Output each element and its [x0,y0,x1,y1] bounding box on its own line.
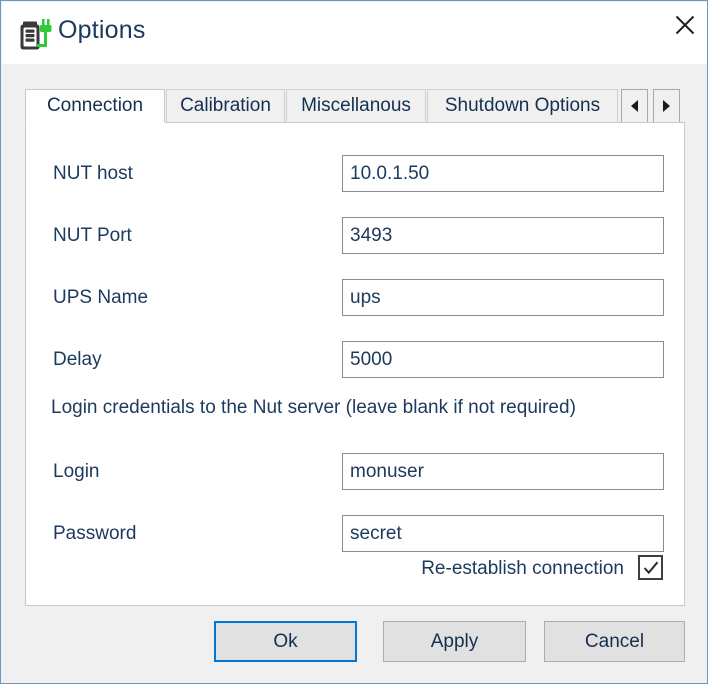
nut-host-input[interactable] [342,155,664,192]
password-label: Password [53,523,137,544]
chevron-right-icon[interactable] [653,89,680,123]
chevron-left-icon[interactable] [621,89,648,123]
ok-button[interactable]: Ok [214,621,357,662]
field-row-ups-name: UPS Name [26,279,684,319]
checkmark-icon [643,561,658,574]
chevron-right-glyph [663,100,670,112]
reestablish-connection-label: Re-establish connection [421,558,624,579]
field-row-delay: Delay [26,341,684,381]
cancel-button[interactable]: Cancel [544,621,685,662]
close-icon[interactable] [662,2,707,48]
ups-name-label: UPS Name [53,287,149,308]
ups-name-input[interactable] [342,279,664,316]
options-dialog-window: Options Connection Calibration Miscellan… [0,0,708,684]
apply-button[interactable]: Apply [383,621,526,662]
chevron-left-glyph [631,100,638,112]
tab-miscellanous-label: Miscellanous [301,95,411,116]
credentials-hint: Login credentials to the Nut server (lea… [51,397,576,418]
field-row-password: Password [26,515,684,555]
tab-connection[interactable]: Connection [25,89,165,123]
tab-shutdown-options-label: Shutdown Options [444,95,601,116]
delay-input[interactable] [342,341,664,378]
field-row-nut-port: NUT Port [26,217,684,257]
tab-calibration-label: Calibration [180,95,271,116]
delay-label: Delay [53,349,102,370]
nut-host-label: NUT host [53,163,133,184]
reestablish-connection-row: Re-establish connection [26,555,684,585]
apply-button-label: Apply [430,630,479,652]
login-input[interactable] [342,453,664,490]
tab-bar: Connection Calibration Miscellanous Shut… [25,89,685,123]
title-bar: Options [2,2,707,64]
connection-tab-panel: NUT host NUT Port UPS Name Delay Login c… [25,122,685,606]
password-input[interactable] [342,515,664,552]
battery-plug-icon [16,15,54,53]
field-row-nut-host: NUT host [26,155,684,195]
cancel-button-label: Cancel [584,630,645,652]
login-label: Login [53,461,100,482]
tab-shutdown-options[interactable]: Shutdown Options [427,89,618,123]
field-row-login: Login [26,453,684,493]
ok-button-label: Ok [273,630,298,652]
tab-miscellanous[interactable]: Miscellanous [286,89,426,123]
tab-connection-label: Connection [46,95,144,116]
tab-calibration[interactable]: Calibration [166,89,285,123]
page-title: Options [58,16,146,44]
reestablish-connection-checkbox[interactable] [638,555,663,580]
nut-port-label: NUT Port [53,225,132,246]
nut-port-input[interactable] [342,217,664,254]
